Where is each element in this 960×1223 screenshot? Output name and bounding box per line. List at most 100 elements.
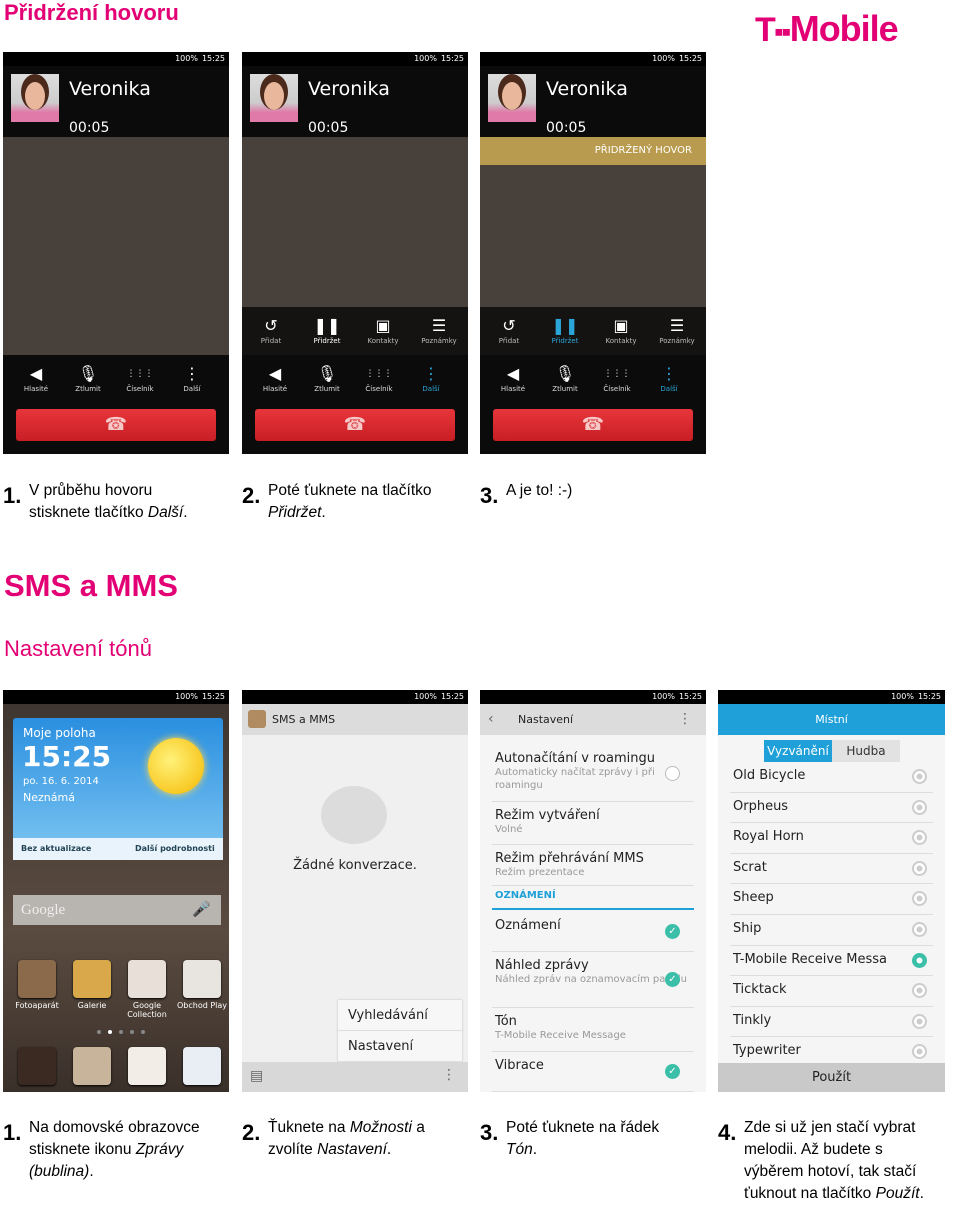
end-call-button[interactable]: ☎ (493, 409, 693, 441)
radio-unselected[interactable] (912, 769, 927, 784)
status-battery: 100% (414, 692, 437, 701)
ringtone-item[interactable]: T-Mobile Receive Messa (730, 946, 933, 977)
ringtone-item[interactable]: Tinkly (730, 1007, 933, 1038)
tab-ringtones[interactable]: Vyzvánění (764, 740, 832, 762)
apply-button[interactable]: Použít (718, 1063, 945, 1092)
call-control-speaker[interactable]: ◀ Hlasité (485, 363, 541, 393)
call-control-speaker[interactable]: ◀ Hlasité (247, 363, 303, 393)
refresh-button[interactable]: Bez aktualizace (21, 838, 91, 860)
status-bar: 100% 15:25 (3, 690, 229, 704)
radio-unselected[interactable] (912, 1013, 927, 1029)
checkbox-checked[interactable]: ✓ (665, 924, 680, 939)
voice-search-icon[interactable]: 🎤 (192, 895, 211, 925)
ringtone-item[interactable]: Royal Horn (730, 823, 933, 854)
ringtone-name: Orpheus (733, 798, 789, 814)
settings-row[interactable]: Režim přehrávání MMS Režim prezentace (492, 845, 694, 886)
end-call-button[interactable]: ☎ (255, 409, 455, 441)
browser-app-icon[interactable] (183, 1047, 221, 1085)
call-action-label: Poznámky (659, 337, 695, 345)
google-search-text: Google (21, 902, 66, 918)
app-icon-camera[interactable] (18, 960, 56, 998)
menu-item-search[interactable]: Vyhledávání (338, 1000, 462, 1031)
call-action-hold[interactable]: ❚❚ Přidržet (537, 315, 593, 345)
more-options-icon[interactable]: ⋮ (442, 1067, 456, 1083)
app-label: Fotoaparát (15, 1001, 59, 1010)
radio-unselected[interactable] (912, 1044, 927, 1060)
call-control-mute[interactable]: 🎙 Ztlumit (299, 363, 355, 393)
radio-unselected[interactable] (912, 891, 927, 907)
step-text-emphasis: Přidržet (268, 504, 322, 521)
call-control-label: Číselník (603, 385, 631, 393)
settings-row[interactable]: Vibrace ✓ (492, 1052, 694, 1092)
ringtone-item[interactable]: Ticktack (730, 976, 933, 1007)
page-indicator-dot[interactable] (108, 1030, 112, 1034)
step-text-emphasis: Použít (875, 1185, 920, 1202)
radio-unselected[interactable] (912, 799, 927, 815)
page-indicator-dot[interactable] (97, 1030, 101, 1034)
call-action-label: Kontakty (605, 337, 637, 345)
weather-widget[interactable]: Moje poloha 15:25 po. 16. 6. 2014 Neznámá Be… (13, 718, 223, 860)
section-title-call-hold: Přidržení hovoru (4, 0, 179, 25)
call-action-hold[interactable]: ❚❚ Přidržet (299, 315, 355, 345)
page-indicator-dot[interactable] (130, 1030, 134, 1034)
call-action-add[interactable]: ↺ Přidat (481, 315, 537, 345)
phone-app-icon[interactable] (18, 1047, 56, 1085)
ringtone-item[interactable]: Old Bicycle (730, 762, 933, 793)
phone-sms-app: 100% 15:25 SMS a MMS Žádné konverzace. Vyhle… (242, 690, 468, 1092)
page-indicator-dot[interactable] (119, 1030, 123, 1034)
call-control-dialpad[interactable]: ⋮⋮⋮ Číselník (589, 363, 645, 393)
settings-row[interactable]: Režim vytváření Volné (492, 802, 694, 845)
messages-app-icon[interactable] (73, 1047, 111, 1085)
ringtone-item[interactable]: Sheep (730, 884, 933, 915)
ringtone-item[interactable]: Scrat (730, 854, 933, 885)
call-control-mute[interactable]: 🎙 Ztlumit (537, 363, 593, 393)
menu-item-settings[interactable]: Nastavení (338, 1031, 462, 1062)
status-battery: 100% (414, 54, 437, 63)
call-action-contacts[interactable]: ▣ Kontakty (355, 315, 411, 345)
settings-row[interactable]: Náhled zprávy Náhled zpráv na oznamovacím… (492, 952, 694, 1008)
settings-row[interactable]: Tón T-Mobile Receive Message (492, 1008, 694, 1052)
app-icon-gallery[interactable] (73, 960, 111, 998)
call-control-more[interactable]: ⋮ Další (403, 363, 459, 393)
details-button[interactable]: Další podrobnosti (135, 838, 215, 860)
back-icon[interactable]: ‹ (488, 704, 494, 735)
app-icon-play-store[interactable] (183, 960, 221, 998)
call-control-mute[interactable]: 🎙 Ztlumit (60, 363, 116, 393)
app-icon-google-collection[interactable] (128, 960, 166, 998)
call-control-more[interactable]: ⋮ Další (641, 363, 697, 393)
email-app-icon[interactable] (128, 1047, 166, 1085)
radio-unselected[interactable] (912, 922, 927, 937)
ringtone-item[interactable]: Ship (730, 915, 933, 946)
call-control-dialpad[interactable]: ⋮⋮⋮ Číselník (351, 363, 407, 393)
settings-row-title: Autonačítání v roamingu (495, 751, 656, 766)
call-control-more[interactable]: ⋮ Další (164, 363, 220, 393)
settings-row[interactable]: Oznámení ✓ (492, 912, 694, 952)
status-time: 15:25 (678, 54, 702, 63)
call-action-contacts[interactable]: ▣ Kontakty (593, 315, 649, 345)
step-number: 3. (480, 1120, 499, 1145)
call-control-dialpad[interactable]: ⋮⋮⋮ Číselník (112, 363, 168, 393)
checkbox-checked[interactable]: ✓ (665, 1064, 680, 1079)
call-action-notes[interactable]: ☰ Poznámky (411, 315, 467, 345)
end-call-button[interactable]: ☎ (16, 409, 216, 441)
google-search-bar[interactable]: Google 🎤 (13, 895, 221, 925)
settings-row[interactable]: Autonačítání v roamingu Automaticky načít… (492, 745, 694, 802)
radio-unselected[interactable] (912, 860, 927, 876)
radio-unselected[interactable] (912, 830, 927, 846)
call-control-speaker[interactable]: ◀ Hlasité (8, 363, 64, 393)
call-action-notes[interactable]: ☰ Poznámky (649, 315, 705, 345)
page-indicator-dot[interactable] (141, 1030, 145, 1034)
radio-unselected[interactable] (912, 983, 927, 999)
radio-selected[interactable] (912, 952, 927, 968)
call-action-add[interactable]: ↺ Přidat (243, 315, 299, 345)
checkbox-unchecked[interactable] (665, 765, 680, 781)
more-options-icon[interactable]: ⋮ (678, 704, 692, 735)
new-message-icon[interactable]: ▤ (250, 1068, 263, 1084)
call-control-label: Ztlumit (75, 385, 101, 393)
status-bar: 100% 15:25 (3, 52, 229, 66)
checkbox-checked[interactable]: ✓ (665, 972, 680, 987)
tab-music[interactable]: Hudba (832, 740, 900, 762)
contact-avatar (488, 74, 536, 122)
ringtone-item[interactable]: Orpheus (730, 793, 933, 824)
call-controls: ◀ Hlasité 🎙 Ztlumit ⋮⋮⋮ Číselník ⋮ Další ☎ (242, 355, 468, 454)
